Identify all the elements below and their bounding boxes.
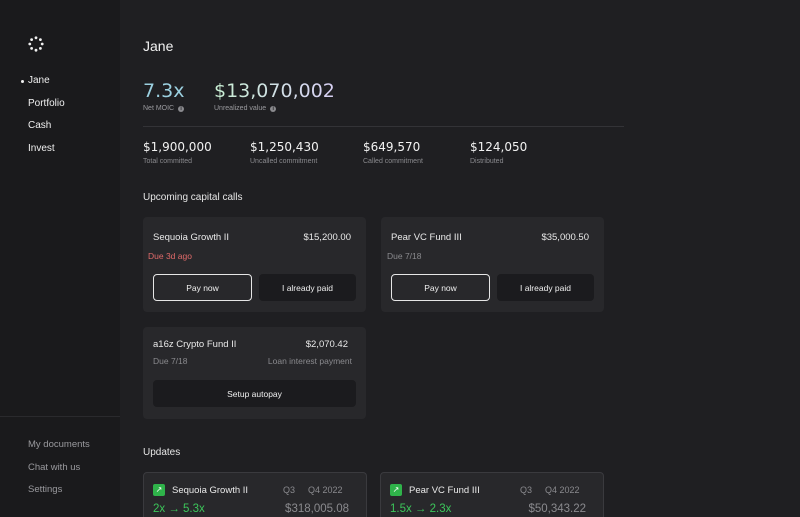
stat-value: $649,570 bbox=[363, 140, 421, 154]
info-icon[interactable]: i bbox=[178, 105, 185, 112]
stat-label: Called commitment bbox=[363, 158, 423, 165]
nav-item-label: Portfolio bbox=[28, 97, 65, 109]
fund-name: a16z Crypto Fund II bbox=[153, 339, 237, 350]
stats-divider bbox=[143, 126, 624, 127]
already-paid-button[interactable]: I already paid bbox=[259, 274, 356, 301]
updates-title: Updates bbox=[143, 447, 181, 458]
active-indicator bbox=[21, 80, 24, 83]
unrealized-value-stat: $13,070,002 Unrealized value i bbox=[214, 79, 335, 112]
unrealized-value-label: Unrealized value bbox=[214, 105, 267, 112]
call-amount: $15,200.00 bbox=[303, 232, 351, 243]
main-content: Jane 7.3x Net MOIC i $13,070,002 Unreali… bbox=[120, 0, 800, 517]
nav-item-settings[interactable]: Settings bbox=[0, 481, 120, 504]
trend-up-icon: ↗ bbox=[153, 484, 165, 496]
spinner-logo-icon[interactable] bbox=[28, 36, 44, 52]
main-nav: Jane Portfolio Cash Invest bbox=[0, 72, 120, 162]
quarter-from: Q3 bbox=[283, 485, 296, 495]
uncalled-commitment-stat: $1,250,430 Uncalled commitment bbox=[250, 140, 319, 165]
call-amount: $2,070.42 bbox=[305, 339, 348, 350]
moic-change: 2x → 5.3x bbox=[153, 503, 205, 515]
quarter-from: Q3 bbox=[520, 485, 533, 495]
net-moic-label: Net MOIC bbox=[143, 105, 175, 112]
nav-item-label: Chat with us bbox=[28, 461, 81, 473]
info-icon[interactable]: i bbox=[270, 105, 277, 112]
bottom-nav: My documents Chat with us Settings bbox=[0, 436, 120, 504]
already-paid-button[interactable]: I already paid bbox=[497, 274, 594, 301]
called-commitment-stat: $649,570 Called commitment bbox=[363, 140, 423, 165]
stat-value: $124,050 bbox=[470, 140, 528, 154]
due-date: Due 7/18 bbox=[153, 356, 188, 366]
fund-name: Pear VC Fund III bbox=[409, 485, 480, 496]
update-card[interactable]: ↗ Pear VC Fund III Q3 Q4 2022 1.5x → 2.3… bbox=[380, 472, 604, 517]
net-moic-value: 7.3x bbox=[143, 80, 185, 102]
nav-item-label: Invest bbox=[28, 142, 55, 154]
nav-item-portfolio[interactable]: Portfolio bbox=[0, 95, 120, 118]
sidebar-divider bbox=[0, 416, 120, 417]
stat-label: Distributed bbox=[470, 158, 504, 165]
due-date: Due 7/18 bbox=[387, 251, 422, 261]
pay-now-button[interactable]: Pay now bbox=[153, 274, 252, 301]
capital-call-card: a16z Crypto Fund II $2,070.42 Due 7/18 L… bbox=[143, 327, 366, 419]
fund-name: Sequoia Growth II bbox=[153, 232, 230, 243]
position-value: $50,343.22 bbox=[528, 503, 586, 515]
pay-now-button[interactable]: Pay now bbox=[391, 274, 490, 301]
net-moic-stat: 7.3x Net MOIC i bbox=[143, 79, 184, 112]
unrealized-value: $13,070,002 bbox=[214, 80, 335, 102]
quarter-to: Q4 2022 bbox=[545, 485, 580, 495]
capital-calls-title: Upcoming capital calls bbox=[143, 192, 243, 203]
stat-label: Total committed bbox=[143, 158, 193, 165]
page-title: Jane bbox=[143, 38, 174, 54]
fund-name: Sequoia Growth II bbox=[172, 485, 249, 496]
trend-up-icon: ↗ bbox=[390, 484, 402, 496]
stat-label: Uncalled commitment bbox=[250, 158, 318, 165]
distributed-stat: $124,050 Distributed bbox=[470, 140, 527, 165]
fund-name: Pear VC Fund III bbox=[391, 232, 462, 243]
total-committed-stat: $1,900,000 Total committed bbox=[143, 140, 212, 165]
position-value: $318,005.08 bbox=[285, 503, 349, 515]
setup-autopay-button[interactable]: Setup autopay bbox=[153, 380, 356, 407]
capital-call-card: Sequoia Growth II $15,200.00 Due 3d ago … bbox=[143, 217, 366, 312]
stat-value: $1,900,000 bbox=[143, 140, 212, 154]
moic-change: 1.5x → 2.3x bbox=[390, 503, 452, 515]
due-date: Due 3d ago bbox=[148, 251, 192, 261]
nav-item-chat-with-us[interactable]: Chat with us bbox=[0, 459, 120, 482]
quarter-to: Q4 2022 bbox=[308, 485, 343, 495]
stat-value: $1,250,430 bbox=[250, 140, 319, 154]
capital-call-card: Pear VC Fund III $35,000.50 Due 7/18 Pay… bbox=[381, 217, 604, 312]
payment-note: Loan interest payment bbox=[267, 356, 352, 366]
nav-item-my-documents[interactable]: My documents bbox=[0, 436, 120, 459]
nav-item-invest[interactable]: Invest bbox=[0, 140, 120, 163]
nav-item-jane[interactable]: Jane bbox=[0, 72, 120, 95]
nav-item-label: Settings bbox=[28, 484, 63, 495]
update-card[interactable]: ↗ Sequoia Growth II Q3 Q4 2022 2x → 5.3x… bbox=[143, 472, 367, 517]
nav-item-label: My documents bbox=[28, 439, 90, 450]
sidebar: Jane Portfolio Cash Invest My documents … bbox=[0, 0, 120, 517]
call-amount: $35,000.50 bbox=[541, 232, 589, 243]
nav-item-label: Cash bbox=[28, 120, 52, 131]
nav-item-cash[interactable]: Cash bbox=[0, 117, 120, 140]
nav-item-label: Jane bbox=[28, 75, 50, 86]
